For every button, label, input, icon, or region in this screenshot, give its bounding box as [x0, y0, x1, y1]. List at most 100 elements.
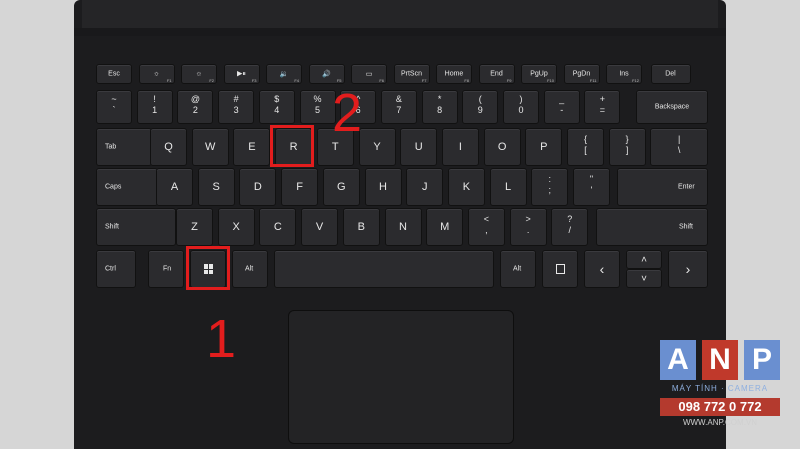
enter-label: Enter — [678, 183, 695, 191]
key-label: I — [458, 141, 462, 153]
sym-key-q-2[interactable]: | \ — [650, 128, 708, 166]
logo-tagline: MÁY TÍNH · CAMERA — [671, 384, 769, 393]
key-s[interactable]: S — [197, 168, 235, 206]
fn-key-label: Esc — [108, 70, 120, 78]
num-key-legend: $4 — [260, 94, 294, 116]
arrow-right-key[interactable]: › — [668, 250, 708, 288]
key-j[interactable]: J — [406, 168, 444, 206]
fn-key-9[interactable]: End F9 — [478, 64, 515, 84]
num-key-11[interactable]: _ - — [543, 90, 580, 124]
key-e[interactable]: E — [233, 128, 271, 166]
num-key-9[interactable]: (9 — [462, 90, 499, 124]
key-y[interactable]: Y — [358, 128, 396, 166]
fn-label: Fn — [163, 265, 172, 273]
fn-key-2[interactable]: ☼ F2 — [181, 64, 217, 84]
key-m[interactable]: M — [426, 208, 464, 246]
key-c[interactable]: C — [259, 208, 297, 246]
sym-key-z-0[interactable]: <, — [467, 208, 505, 246]
arrow-down-key[interactable]: ˅ — [626, 269, 662, 288]
alt-left-key[interactable]: Alt — [232, 250, 268, 288]
caps-label: Caps — [105, 183, 122, 191]
sym-key-z-1[interactable]: >. — [509, 208, 547, 246]
fn-key-4[interactable]: 🔉 F4 — [266, 64, 302, 84]
key-b[interactable]: B — [342, 208, 380, 246]
key-label: S — [212, 181, 220, 193]
sym-key-legend: | \ — [651, 134, 707, 156]
fn-key-label: ☼ — [153, 70, 160, 78]
arrow-left-key[interactable]: ‹ — [584, 250, 620, 288]
tab-key[interactable]: Tab — [96, 128, 152, 166]
fn-key-8[interactable]: Home F8 — [436, 64, 472, 84]
key-g[interactable]: G — [322, 168, 360, 206]
fn-key-label: PrtScn — [400, 70, 422, 78]
shift-left-key[interactable]: Shift — [96, 208, 176, 246]
sym-base: \ — [677, 145, 681, 155]
key-k[interactable]: K — [447, 168, 485, 206]
sym-key-z-2[interactable]: ? / — [551, 208, 589, 246]
num-key-0[interactable]: ~ ` — [96, 90, 132, 124]
num-key-12[interactable]: + = — [584, 90, 621, 124]
fn-key-6[interactable]: ▭ F6 — [351, 64, 387, 84]
num-key-3[interactable]: #3 — [218, 90, 255, 124]
fn-key-1[interactable]: ☼ F1 — [138, 64, 175, 84]
fn-key-sublabel: F9 — [506, 78, 512, 83]
key-n[interactable]: N — [384, 208, 422, 246]
space-bar[interactable] — [274, 250, 494, 288]
key-q[interactable]: Q — [150, 128, 187, 166]
key-l[interactable]: L — [489, 168, 527, 206]
alt-right-key[interactable]: Alt — [500, 250, 536, 288]
key-z[interactable]: Z — [176, 208, 213, 246]
key-d[interactable]: D — [239, 168, 277, 206]
fn-key-12[interactable]: Ins F12 — [606, 64, 642, 84]
shift-right-key[interactable]: Shift — [596, 208, 708, 246]
sym-base: / — [568, 225, 572, 235]
key-f[interactable]: F — [281, 168, 319, 206]
arrow-down-icon: ˅ — [641, 273, 647, 284]
num-key-7[interactable]: & 7 — [380, 90, 417, 124]
key-a[interactable]: A — [156, 168, 193, 206]
sym-shift: " — [589, 174, 594, 184]
fn-key-0[interactable]: Esc — [96, 64, 132, 84]
sym-key-a-1[interactable]: " ' — [573, 168, 610, 206]
fn-key-label: Ins — [619, 70, 629, 78]
num-key-4[interactable]: $4 — [258, 90, 295, 124]
fn-key-label: PgDn — [572, 70, 591, 78]
num-key-10[interactable]: ) 0 — [503, 90, 539, 124]
num-key-2[interactable]: @2 — [177, 90, 214, 124]
enter-key[interactable]: Enter — [617, 168, 708, 206]
key-i[interactable]: I — [441, 128, 479, 166]
caps-key[interactable]: Caps — [96, 168, 158, 206]
fn-key-13[interactable]: Del — [650, 64, 691, 84]
logo-website: WWW.ANP.COM.VN — [682, 418, 758, 427]
num-key-base: - — [560, 105, 564, 115]
fn-key-7[interactable]: PrtScn F7 — [393, 64, 430, 84]
fn-key-11[interactable]: PgDn F11 — [563, 64, 600, 84]
fn-key-5[interactable]: 🔊 F5 — [308, 64, 345, 84]
fn-key[interactable]: Fn — [148, 250, 184, 288]
fn-key-3[interactable]: ▶⏸ F3 — [223, 64, 260, 84]
key-v[interactable]: V — [301, 208, 339, 246]
menu-key[interactable] — [542, 250, 578, 288]
key-o[interactable]: O — [483, 128, 521, 166]
num-key-5[interactable]: % 5 — [299, 90, 336, 124]
key-label: V — [315, 221, 324, 233]
arrow-up-key[interactable]: ˄ — [626, 250, 662, 269]
key-w[interactable]: W — [191, 128, 229, 166]
fn-key-label: PgUp — [530, 70, 548, 78]
num-key-base: 8 — [437, 105, 443, 115]
fn-key-10[interactable]: PgUp F10 — [521, 64, 557, 84]
num-key-1[interactable]: ! 1 — [136, 90, 173, 124]
sym-key-q-1[interactable]: }] — [608, 128, 646, 166]
key-x[interactable]: X — [217, 208, 255, 246]
backspace-key[interactable]: Backspace — [636, 90, 708, 124]
key-h[interactable]: H — [364, 168, 402, 206]
num-key-base: 4 — [274, 105, 280, 115]
trackpad[interactable] — [288, 310, 514, 444]
fn-key-label: 🔉 — [279, 71, 289, 78]
num-key-8[interactable]: * 8 — [421, 90, 458, 124]
key-p[interactable]: P — [525, 128, 563, 166]
key-u[interactable]: U — [400, 128, 438, 166]
sym-key-q-0[interactable]: {[ — [567, 128, 604, 166]
ctrl-key[interactable]: Ctrl — [96, 250, 136, 288]
sym-key-a-0[interactable]: :; — [531, 168, 569, 206]
